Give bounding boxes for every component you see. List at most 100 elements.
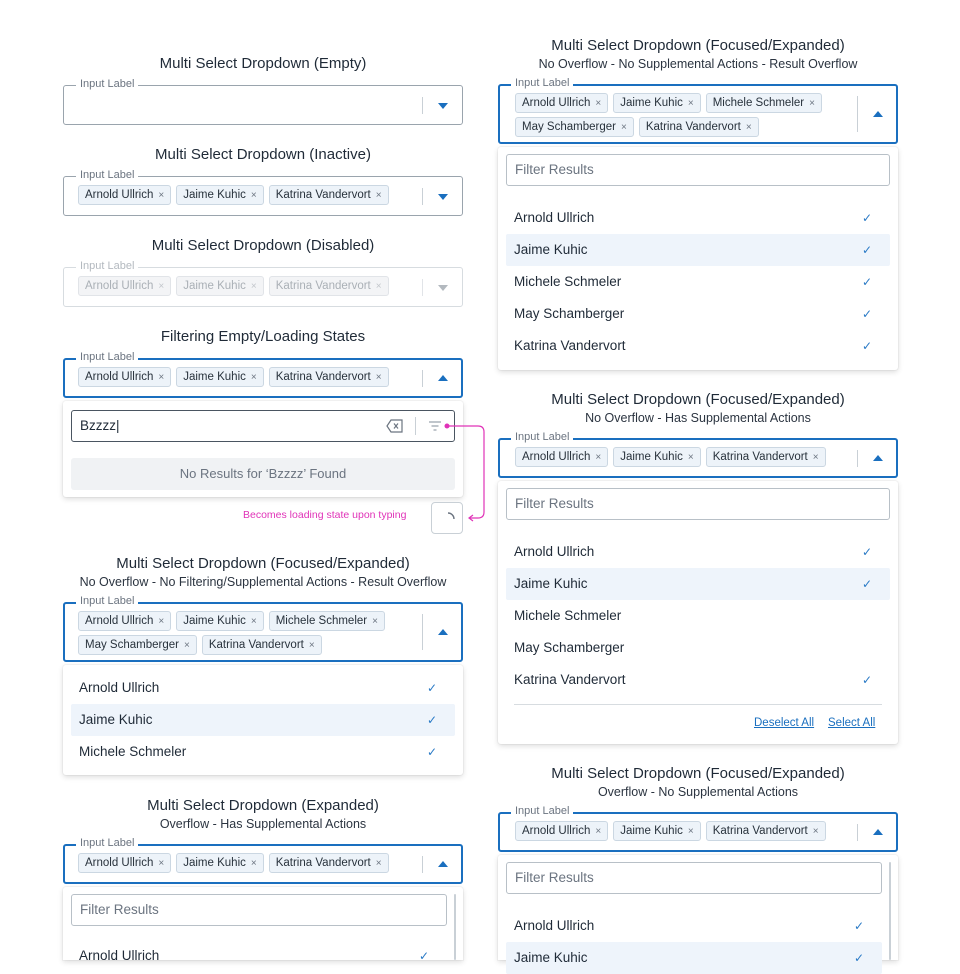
list-item[interactable]: Jaime Kuhic ✓: [506, 234, 890, 266]
multiselect-focused[interactable]: Input Label Arnold Ullrich × Jaime Kuhic ×…: [63, 594, 463, 662]
close-icon[interactable]: ×: [595, 98, 601, 109]
select-all-link[interactable]: Select All: [828, 717, 875, 729]
chip[interactable]: Katrina Vandervort ×: [268, 853, 389, 873]
chevron-up-icon[interactable]: [438, 629, 448, 635]
close-icon[interactable]: ×: [376, 190, 382, 201]
chip[interactable]: Jaime Kuhic ×: [176, 853, 264, 873]
multiselect-focused[interactable]: Input Label Arnold Ullrich × Jaime Kuhic ×…: [498, 430, 898, 478]
chevron-down-icon[interactable]: [438, 194, 448, 200]
close-icon[interactable]: ×: [158, 858, 164, 869]
close-icon[interactable]: ×: [251, 616, 257, 627]
chevron-down-icon[interactable]: [438, 103, 448, 109]
chip[interactable]: Jaime Kuhic ×: [613, 93, 701, 113]
close-icon[interactable]: ×: [376, 858, 382, 869]
list-item[interactable]: Arnold Ullrich ✓: [506, 202, 890, 234]
filter-input[interactable]: Bzzzz|: [71, 410, 455, 442]
chip[interactable]: Jaime Kuhic ×: [176, 185, 264, 205]
close-icon[interactable]: ×: [251, 372, 257, 383]
chip-label: May Schamberger: [522, 121, 616, 133]
multiselect-inactive[interactable]: Input Label Arnold Ullrich × Jaime Kuhic ×…: [63, 168, 463, 216]
chip[interactable]: Katrina Vandervort ×: [705, 821, 826, 841]
close-icon[interactable]: ×: [595, 452, 601, 463]
list-item[interactable]: Jaime Kuhic ✓: [71, 704, 455, 736]
list-item[interactable]: May Schamberger: [506, 632, 890, 664]
scrollbar[interactable]: [454, 894, 456, 960]
list-item[interactable]: Jaime Kuhic ✓: [506, 568, 890, 600]
close-icon[interactable]: ×: [813, 826, 819, 837]
filter-input[interactable]: Filter Results: [71, 894, 447, 926]
chip[interactable]: Jaime Kuhic ×: [176, 367, 264, 387]
close-icon[interactable]: ×: [158, 616, 164, 627]
close-icon[interactable]: ×: [158, 372, 164, 383]
clear-icon[interactable]: [386, 419, 404, 433]
close-icon[interactable]: ×: [746, 122, 752, 133]
multiselect-focused[interactable]: Input Label Arnold Ullrich × Jaime Kuhic ×…: [498, 76, 898, 144]
list-item[interactable]: Michele Schmeler ✓: [71, 736, 455, 768]
close-icon[interactable]: ×: [688, 98, 694, 109]
check-icon: ✓: [426, 681, 437, 695]
chip[interactable]: Michele Schmeler ×: [705, 93, 822, 113]
chip-label: Arnold Ullrich: [85, 280, 154, 292]
list-item[interactable]: Arnold Ullrich ✓: [71, 940, 455, 972]
multiselect-empty[interactable]: Input Label: [63, 77, 463, 125]
close-icon[interactable]: ×: [251, 858, 257, 869]
close-icon[interactable]: ×: [309, 640, 315, 651]
chip[interactable]: Katrina Vandervort ×: [268, 185, 389, 205]
chevron-up-icon[interactable]: [873, 111, 883, 117]
close-icon[interactable]: ×: [251, 190, 257, 201]
chip[interactable]: Arnold Ullrich ×: [515, 93, 609, 113]
chevron-up-icon[interactable]: [438, 861, 448, 867]
chip[interactable]: Arnold Ullrich ×: [78, 853, 172, 873]
chevron-up-icon[interactable]: [438, 375, 448, 381]
list-item[interactable]: Michele Schmeler ✓: [506, 266, 890, 298]
filter-input[interactable]: Filter Results: [506, 862, 882, 894]
close-icon[interactable]: ×: [158, 190, 164, 201]
filter-input[interactable]: Filter Results: [506, 154, 890, 186]
close-icon[interactable]: ×: [688, 452, 694, 463]
close-icon[interactable]: ×: [813, 452, 819, 463]
chip[interactable]: May Schamberger ×: [515, 117, 634, 137]
section-title: Multi Select Dropdown (Inactive): [155, 146, 371, 163]
chip[interactable]: Jaime Kuhic ×: [613, 821, 701, 841]
chip[interactable]: Katrina Vandervort ×: [705, 447, 826, 467]
list-item[interactable]: May Schamberger ✓: [506, 298, 890, 330]
chip[interactable]: Katrina Vandervort ×: [268, 367, 389, 387]
close-icon[interactable]: ×: [809, 98, 815, 109]
multiselect-focused[interactable]: Input Label Arnold Ullrich × Jaime Kuhic ×…: [498, 804, 898, 852]
list-item[interactable]: Jaime Kuhic ✓: [506, 942, 882, 974]
multiselect-filtering[interactable]: Input Label Arnold Ullrich × Jaime Kuhic ×…: [63, 350, 463, 398]
divider: [422, 279, 423, 296]
close-icon[interactable]: ×: [372, 616, 378, 627]
chip[interactable]: Arnold Ullrich ×: [515, 447, 609, 467]
chip[interactable]: Jaime Kuhic ×: [176, 611, 264, 631]
list-item[interactable]: Katrina Vandervort ✓: [506, 664, 890, 696]
chip[interactable]: Arnold Ullrich ×: [78, 367, 172, 387]
chip[interactable]: Arnold Ullrich ×: [515, 821, 609, 841]
multiselect-expanded[interactable]: Input Label Arnold Ullrich × Jaime Kuhic ×…: [63, 836, 463, 884]
close-icon[interactable]: ×: [376, 372, 382, 383]
list-item[interactable]: Michele Schmeler: [506, 600, 890, 632]
close-icon[interactable]: ×: [621, 122, 627, 133]
chip[interactable]: Jaime Kuhic ×: [613, 447, 701, 467]
chip-label: Michele Schmeler: [712, 97, 805, 109]
check-icon: ✓: [426, 713, 437, 727]
list-item[interactable]: Katrina Vandervort ✓: [506, 330, 890, 362]
scrollbar[interactable]: [889, 862, 891, 960]
chevron-up-icon[interactable]: [873, 455, 883, 461]
close-icon[interactable]: ×: [184, 640, 190, 651]
chevron-up-icon[interactable]: [873, 829, 883, 835]
deselect-all-link[interactable]: Deselect All: [754, 717, 814, 729]
chip[interactable]: May Schamberger ×: [78, 635, 197, 655]
chip[interactable]: Michele Schmeler ×: [268, 611, 385, 631]
close-icon[interactable]: ×: [595, 826, 601, 837]
chip[interactable]: Arnold Ullrich ×: [78, 611, 172, 631]
filter-input[interactable]: Filter Results: [506, 488, 890, 520]
chip[interactable]: Katrina Vandervort ×: [638, 117, 759, 137]
list-item[interactable]: Arnold Ullrich ✓: [506, 536, 890, 568]
list-item[interactable]: Arnold Ullrich ✓: [71, 672, 455, 704]
chip-label: Arnold Ullrich: [85, 615, 154, 627]
chip[interactable]: Arnold Ullrich ×: [78, 185, 172, 205]
chip[interactable]: Katrina Vandervort ×: [201, 635, 322, 655]
list-item[interactable]: Arnold Ullrich ✓: [506, 910, 882, 942]
close-icon[interactable]: ×: [688, 826, 694, 837]
